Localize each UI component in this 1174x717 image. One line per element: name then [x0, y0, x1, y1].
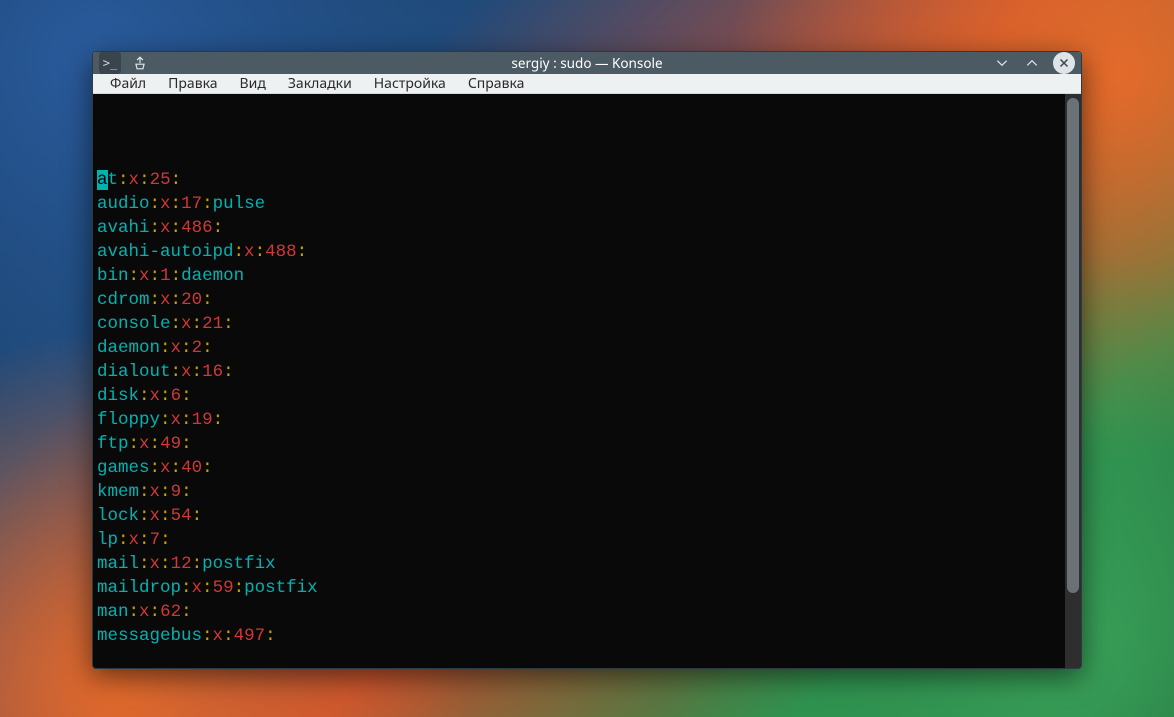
menu-bookmarks[interactable]: Закладки [277, 74, 363, 93]
pin-button[interactable] [131, 54, 149, 72]
terminal-line: avahi-autoipd:x:488: [97, 240, 1061, 264]
terminal-line: console:x:21: [97, 312, 1061, 336]
desktop-wallpaper: >_ sergiy : sudo — Konsole Файл Пр [0, 0, 1174, 717]
scrollbar-thumb[interactable] [1067, 98, 1079, 593]
terminal-line: cdrom:x:20: [97, 288, 1061, 312]
menu-settings[interactable]: Настройка [363, 74, 457, 93]
terminal-container: at:x:25:audio:x:17:pulseavahi:x:486:avah… [93, 94, 1081, 669]
terminal-line: maildrop:x:59:postfix [97, 576, 1061, 600]
menu-edit[interactable]: Правка [157, 74, 228, 93]
terminal-line: floppy:x:19: [97, 408, 1061, 432]
terminal-line: kmem:x:9: [97, 480, 1061, 504]
menubar: Файл Правка Вид Закладки Настройка Справ… [93, 74, 1081, 94]
terminal-output[interactable]: at:x:25:audio:x:17:pulseavahi:x:486:avah… [93, 94, 1065, 669]
terminal-line: dialout:x:16: [97, 360, 1061, 384]
terminal-line: daemon:x:2: [97, 336, 1061, 360]
terminal-line: audio:x:17:pulse [97, 192, 1061, 216]
app-icon: >_ [99, 52, 121, 74]
terminal-line: bin:x:1:daemon [97, 264, 1061, 288]
menu-view[interactable]: Вид [229, 74, 277, 93]
terminal-cursor: a [97, 170, 108, 190]
terminal-line: lock:x:54: [97, 504, 1061, 528]
terminal-line: mail:x:12:postfix [97, 552, 1061, 576]
menu-file[interactable]: Файл [99, 74, 157, 93]
terminal-line: games:x:40: [97, 456, 1061, 480]
terminal-line: at:x:25: [97, 168, 1061, 192]
window-titlebar[interactable]: >_ sergiy : sudo — Konsole [93, 52, 1081, 74]
minimize-button[interactable] [993, 54, 1011, 72]
maximize-button[interactable] [1023, 54, 1041, 72]
terminal-line: messagebus:x:497: [97, 624, 1061, 648]
terminal-line: man:x:62: [97, 600, 1061, 624]
terminal-scrollbar[interactable] [1065, 94, 1081, 669]
terminal-line: avahi:x:486: [97, 216, 1061, 240]
terminal-line: lp:x:7: [97, 528, 1061, 552]
window-title: sergiy : sudo — Konsole [93, 54, 1081, 72]
konsole-window: >_ sergiy : sudo — Konsole Файл Пр [92, 51, 1082, 669]
close-button[interactable] [1053, 52, 1075, 74]
terminal-line: disk:x:6: [97, 384, 1061, 408]
menu-help[interactable]: Справка [457, 74, 536, 93]
terminal-line: ftp:x:49: [97, 432, 1061, 456]
